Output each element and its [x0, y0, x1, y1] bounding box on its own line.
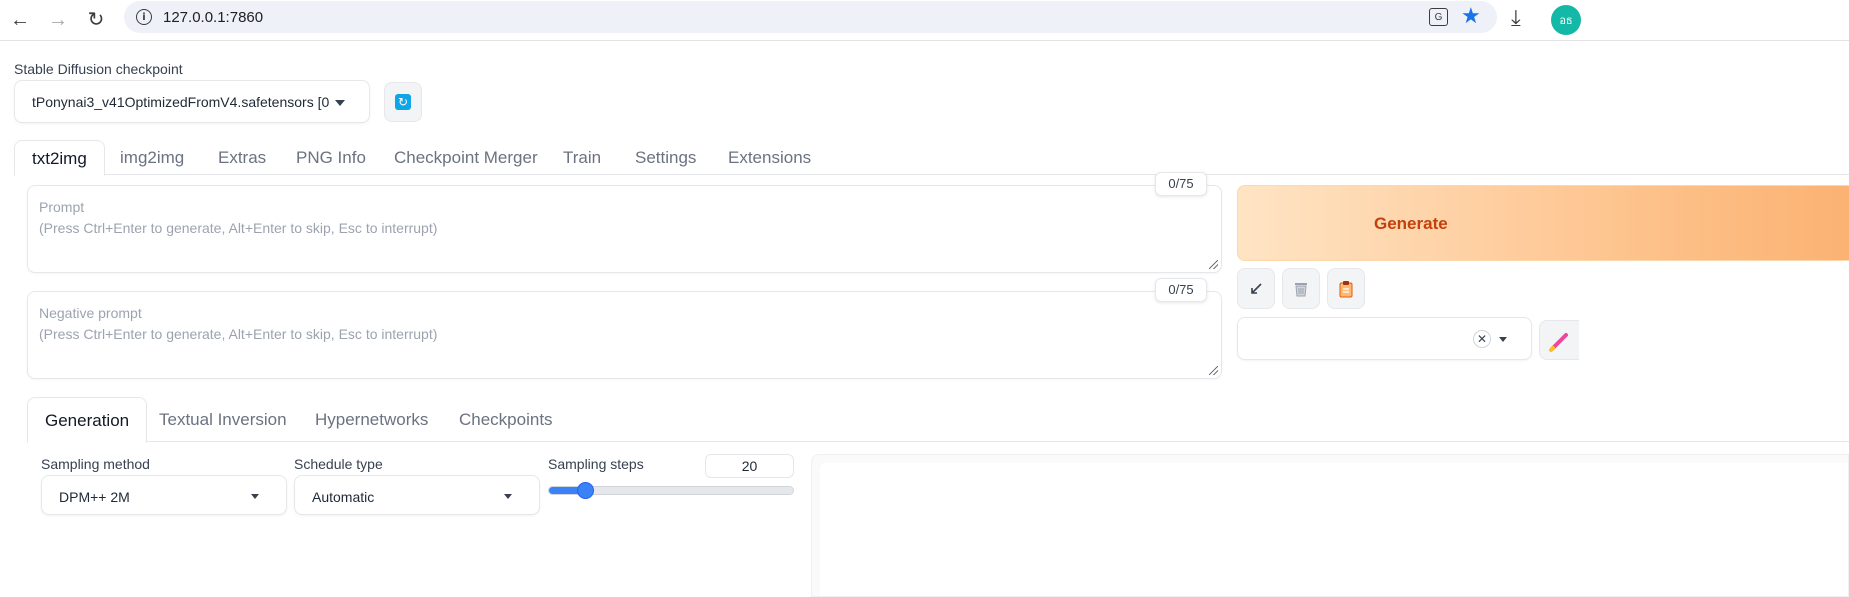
output-gallery-panel: [811, 454, 1849, 597]
tab-checkpoints[interactable]: Checkpoints: [459, 397, 553, 442]
tab-generation[interactable]: Generation: [27, 397, 148, 443]
generate-label: Generate: [1374, 214, 1448, 233]
prompt-placeholder-hint: (Press Ctrl+Enter to generate, Alt+Enter…: [39, 220, 438, 236]
sampling-method-dropdown[interactable]: DPM++ 2M: [41, 475, 287, 515]
clear-styles-icon[interactable]: ✕: [1473, 330, 1491, 348]
tab-checkpoint-merger[interactable]: Checkpoint Merger: [394, 140, 538, 175]
edit-styles-button[interactable]: [1539, 320, 1579, 360]
resize-handle-icon[interactable]: [1209, 366, 1218, 375]
checkpoint-dropdown[interactable]: tPonynai3_v41OptimizedFromV4.safetensors…: [14, 80, 370, 123]
sampling-steps-input[interactable]: 20: [705, 454, 794, 478]
generate-button[interactable]: Generate: [1237, 185, 1849, 261]
bookmark-star-icon[interactable]: ★: [1461, 3, 1481, 29]
tab-extras[interactable]: Extras: [218, 140, 266, 175]
site-info-icon[interactable]: i: [136, 9, 152, 25]
schedule-type-dropdown[interactable]: Automatic: [294, 475, 540, 515]
paste-styles-button[interactable]: [1327, 268, 1365, 309]
checkpoint-value: tPonynai3_v41OptimizedFromV4.safetensors…: [32, 94, 330, 110]
sampling-method-value: DPM++ 2M: [59, 489, 130, 505]
clear-prompt-button[interactable]: [1282, 268, 1320, 309]
chevron-down-icon: [504, 494, 512, 499]
prompt-token-counter: 0/75: [1155, 172, 1207, 196]
prompt-textarea[interactable]: Prompt (Press Ctrl+Enter to generate, Al…: [27, 185, 1222, 273]
refresh-icon: ↻: [395, 94, 411, 110]
tab-textual-inversion[interactable]: Textual Inversion: [159, 397, 287, 442]
pencil-icon: [1549, 333, 1568, 352]
download-icon[interactable]: ⤓: [1511, 5, 1521, 31]
negative-prompt-textarea[interactable]: Negative prompt (Press Ctrl+Enter to gen…: [27, 291, 1222, 379]
schedule-type-value: Automatic: [312, 489, 375, 505]
main-tab-bar: txt2img img2img Extras PNG Info Checkpoi…: [14, 140, 1849, 176]
tab-png-info[interactable]: PNG Info: [296, 140, 366, 175]
back-icon[interactable]: ←: [4, 4, 36, 36]
translate-icon[interactable]: G: [1429, 8, 1448, 26]
arrow-down-left-icon: [1251, 282, 1262, 294]
tab-extensions[interactable]: Extensions: [728, 140, 811, 175]
read-params-button[interactable]: [1237, 268, 1275, 309]
chevron-down-icon: [335, 100, 345, 106]
output-gallery: [820, 463, 1848, 596]
tab-img2img[interactable]: img2img: [120, 140, 184, 175]
clipboard-icon: [1339, 280, 1353, 297]
sampling-steps-label: Sampling steps: [548, 456, 644, 472]
tab-train[interactable]: Train: [563, 140, 601, 175]
tab-hypernetworks[interactable]: Hypernetworks: [315, 397, 428, 442]
browser-toolbar: ← → ↻ i 127.0.0.1:7860 G ★ ⤓ อธ: [0, 0, 1849, 41]
chevron-down-icon: [1499, 337, 1507, 342]
schedule-type-label: Schedule type: [294, 456, 383, 472]
reload-icon[interactable]: ↻: [80, 4, 112, 36]
tab-txt2img[interactable]: txt2img: [14, 140, 105, 176]
refresh-checkpoint-button[interactable]: ↻: [384, 82, 422, 122]
sampling-steps-slider-handle[interactable]: [576, 482, 594, 499]
address-bar[interactable]: i 127.0.0.1:7860 G ★: [124, 1, 1497, 33]
profile-avatar[interactable]: อธ: [1551, 5, 1581, 35]
resize-handle-icon[interactable]: [1209, 260, 1218, 269]
negative-prompt-token-counter: 0/75: [1155, 278, 1207, 302]
chevron-down-icon: [251, 494, 259, 499]
url-text[interactable]: 127.0.0.1:7860: [163, 9, 263, 26]
sampling-method-label: Sampling method: [41, 456, 150, 472]
checkpoint-label: Stable Diffusion checkpoint: [14, 61, 183, 77]
tab-settings[interactable]: Settings: [635, 140, 696, 175]
prompt-placeholder-title: Prompt: [39, 199, 85, 215]
styles-dropdown[interactable]: ✕: [1237, 317, 1532, 360]
negative-prompt-placeholder-title: Negative prompt: [39, 305, 142, 321]
negative-prompt-placeholder-hint: (Press Ctrl+Enter to generate, Alt+Enter…: [39, 326, 438, 342]
trash-icon: [1295, 282, 1307, 296]
generation-tab-bar: Generation Textual Inversion Hypernetwor…: [27, 397, 1849, 443]
forward-icon[interactable]: →: [42, 4, 74, 36]
